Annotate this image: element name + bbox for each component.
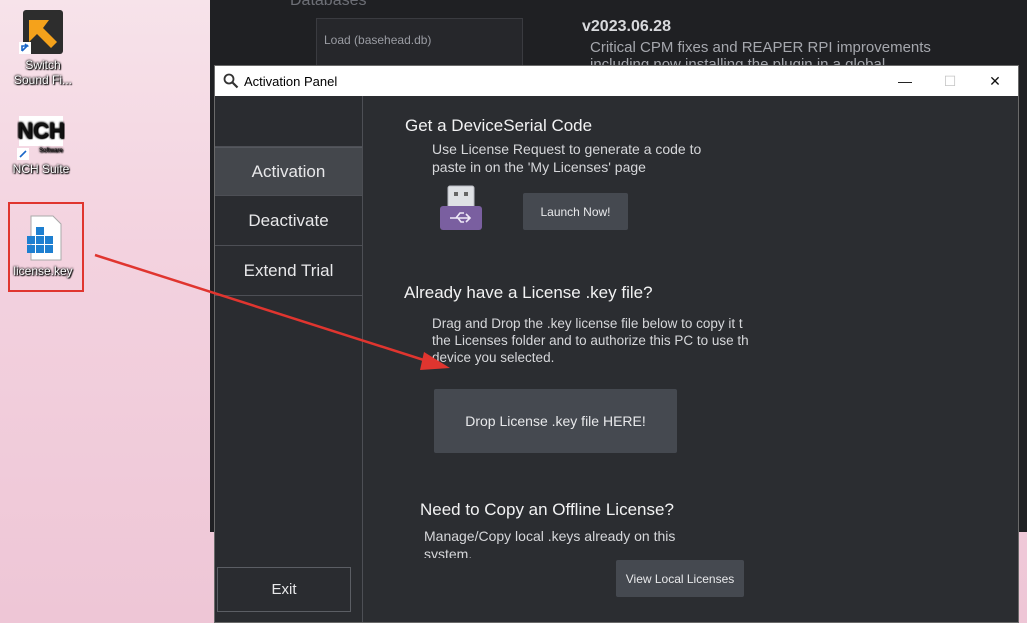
version-heading: v2023.06.28: [582, 18, 671, 35]
desktop-icon-label: NCH Suite: [12, 162, 70, 176]
switch-app-icon: [19, 8, 67, 56]
serial-heading: Get a DeviceSerial Code: [405, 116, 593, 135]
close-button[interactable]: ✕: [972, 66, 1018, 96]
offline-text: Manage/Copy local .keys already on this: [424, 528, 676, 544]
license-text: the Licenses folder and to authorize thi…: [432, 333, 749, 348]
nav-activation[interactable]: Activation: [215, 147, 362, 196]
window-title: Activation Panel: [244, 74, 338, 89]
maximize-button[interactable]: ☐: [927, 66, 973, 96]
launch-now-button[interactable]: Launch Now!: [523, 193, 628, 230]
registry-file-icon: [19, 214, 67, 262]
offline-heading: Need to Copy an Offline License?: [420, 500, 674, 519]
desktop-icon-license-key[interactable]: license.key: [8, 214, 78, 279]
database-item[interactable]: Load (basehead.db): [324, 33, 431, 47]
offline-text: system.: [424, 546, 473, 558]
desktop-icon-nch-suite[interactable]: NCH Software NCH Suite: [6, 112, 76, 177]
drop-license-zone[interactable]: Drop License .key file HERE!: [434, 389, 677, 453]
title-bar[interactable]: Activation Panel — ☐ ✕: [215, 66, 1018, 96]
desktop-icon-label: Switch: [25, 58, 61, 72]
search-icon: [223, 73, 239, 89]
usb-drive-icon: [438, 184, 484, 232]
sidebar: Activation Deactivate Extend Trial Exit: [215, 96, 363, 622]
activation-panel-window: Activation Panel — ☐ ✕ Activation Deacti…: [214, 65, 1019, 623]
license-text: device you selected.: [432, 350, 555, 365]
svg-text:NCH: NCH: [17, 118, 65, 143]
exit-button[interactable]: Exit: [217, 567, 351, 612]
desktop-icon-label: license.key: [13, 264, 73, 278]
nav-deactivate[interactable]: Deactivate: [215, 197, 362, 246]
nch-logo-icon: NCH Software: [17, 112, 65, 160]
serial-text: Use License Request to generate a code t…: [432, 141, 702, 157]
main-content: Get a DeviceSerial Code Use License Requ…: [363, 96, 1018, 622]
release-note-line: Critical CPM fixes and REAPER RPI improv…: [590, 39, 931, 56]
serial-text: paste in on the 'My Licenses' page: [432, 159, 646, 175]
databases-header: Databases: [290, 0, 367, 9]
license-heading: Already have a License .key file?: [404, 283, 653, 302]
desktop-icon-label: Sound Fi...: [13, 73, 73, 87]
svg-text:Software: Software: [39, 148, 63, 154]
license-text: Drag and Drop the .key license file belo…: [432, 316, 743, 331]
minimize-button[interactable]: —: [882, 66, 928, 96]
desktop-icon-switch[interactable]: Switch Sound Fi...: [8, 8, 78, 88]
nav-extend-trial[interactable]: Extend Trial: [215, 247, 362, 296]
view-local-licenses-button[interactable]: View Local Licenses: [616, 560, 744, 597]
